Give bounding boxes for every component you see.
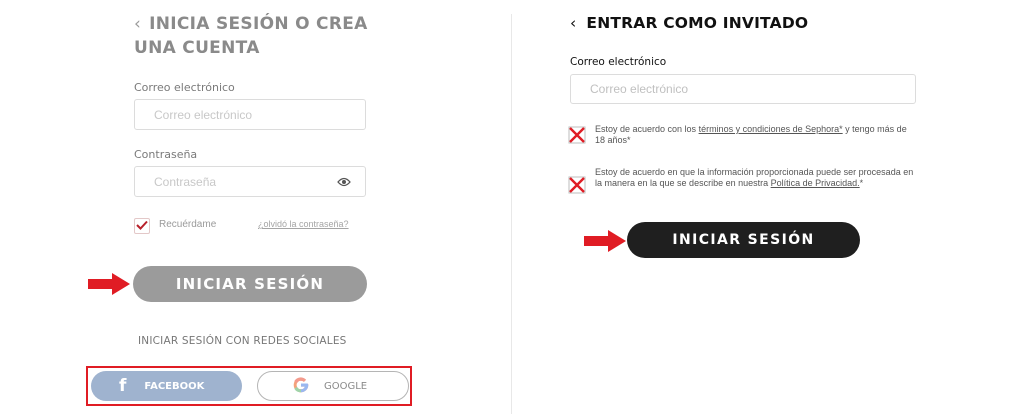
guest-panel-title-text: ENTRAR COMO INVITADO: [586, 14, 809, 32]
annotation-arrow-icon: [86, 272, 132, 301]
facebook-label: FACEBOOK: [144, 380, 205, 392]
login-button[interactable]: INICIAR SESIÓN: [133, 266, 367, 302]
privacy-text-before: Estoy de acuerdo en que la información p…: [595, 167, 914, 188]
facebook-login-button[interactable]: f FACEBOOK: [91, 371, 242, 401]
eye-icon[interactable]: [337, 176, 351, 191]
forgot-password-link[interactable]: ¿olvidó la contraseña?: [258, 219, 349, 229]
guest-email-placeholder: Correo electrónico: [590, 82, 689, 96]
terms-link[interactable]: términos y condiciones de Sephora*: [699, 124, 843, 134]
login-panel-title: ‹ INICIA SESIÓN O CREA UNA CUENTA: [134, 12, 394, 60]
remember-label: Recuérdame: [159, 219, 217, 230]
guest-login-button[interactable]: INICIAR SESIÓN: [627, 222, 860, 258]
guest-email-input[interactable]: Correo electrónico: [570, 74, 916, 104]
back-chevron-icon[interactable]: ‹: [134, 14, 141, 34]
annotation-arrow-icon: [582, 229, 628, 258]
terms-text-before: Estoy de acuerdo con los: [595, 124, 699, 134]
x-mark-icon: [568, 176, 586, 194]
email-placeholder: Correo electrónico: [154, 107, 253, 122]
guest-email-label: Correo electrónico: [570, 56, 667, 68]
terms-checkbox[interactable]: [568, 126, 586, 149]
terms-consent-text: Estoy de acuerdo con los términos y cond…: [595, 124, 915, 145]
email-input[interactable]: Correo electrónico: [134, 99, 366, 130]
google-label: GOOGLE: [324, 380, 368, 392]
panel-divider: [511, 14, 512, 414]
back-chevron-icon[interactable]: ‹: [570, 14, 576, 32]
password-placeholder: Contraseña: [154, 174, 217, 189]
checkmark-icon: [136, 217, 148, 235]
google-icon: [258, 376, 324, 397]
email-label: Correo electrónico: [134, 81, 235, 94]
password-input[interactable]: Contraseña: [134, 166, 366, 197]
social-login-title: INICIAR SESIÓN CON REDES SOCIALES: [138, 335, 347, 347]
privacy-text-after: *: [859, 177, 864, 188]
privacy-consent-text: Estoy de acuerdo en que la información p…: [595, 167, 915, 188]
guest-panel-title: ‹ ENTRAR COMO INVITADO: [570, 14, 808, 32]
password-label: Contraseña: [134, 148, 198, 161]
facebook-icon: f: [119, 376, 127, 396]
login-panel-title-text: INICIA SESIÓN O CREA UNA CUENTA: [134, 14, 368, 58]
privacy-link[interactable]: Política de Privacidad.: [771, 178, 860, 188]
google-login-button[interactable]: GOOGLE: [257, 371, 409, 401]
x-mark-icon: [568, 126, 586, 144]
remember-checkbox[interactable]: [134, 218, 150, 234]
privacy-checkbox[interactable]: [568, 176, 586, 199]
